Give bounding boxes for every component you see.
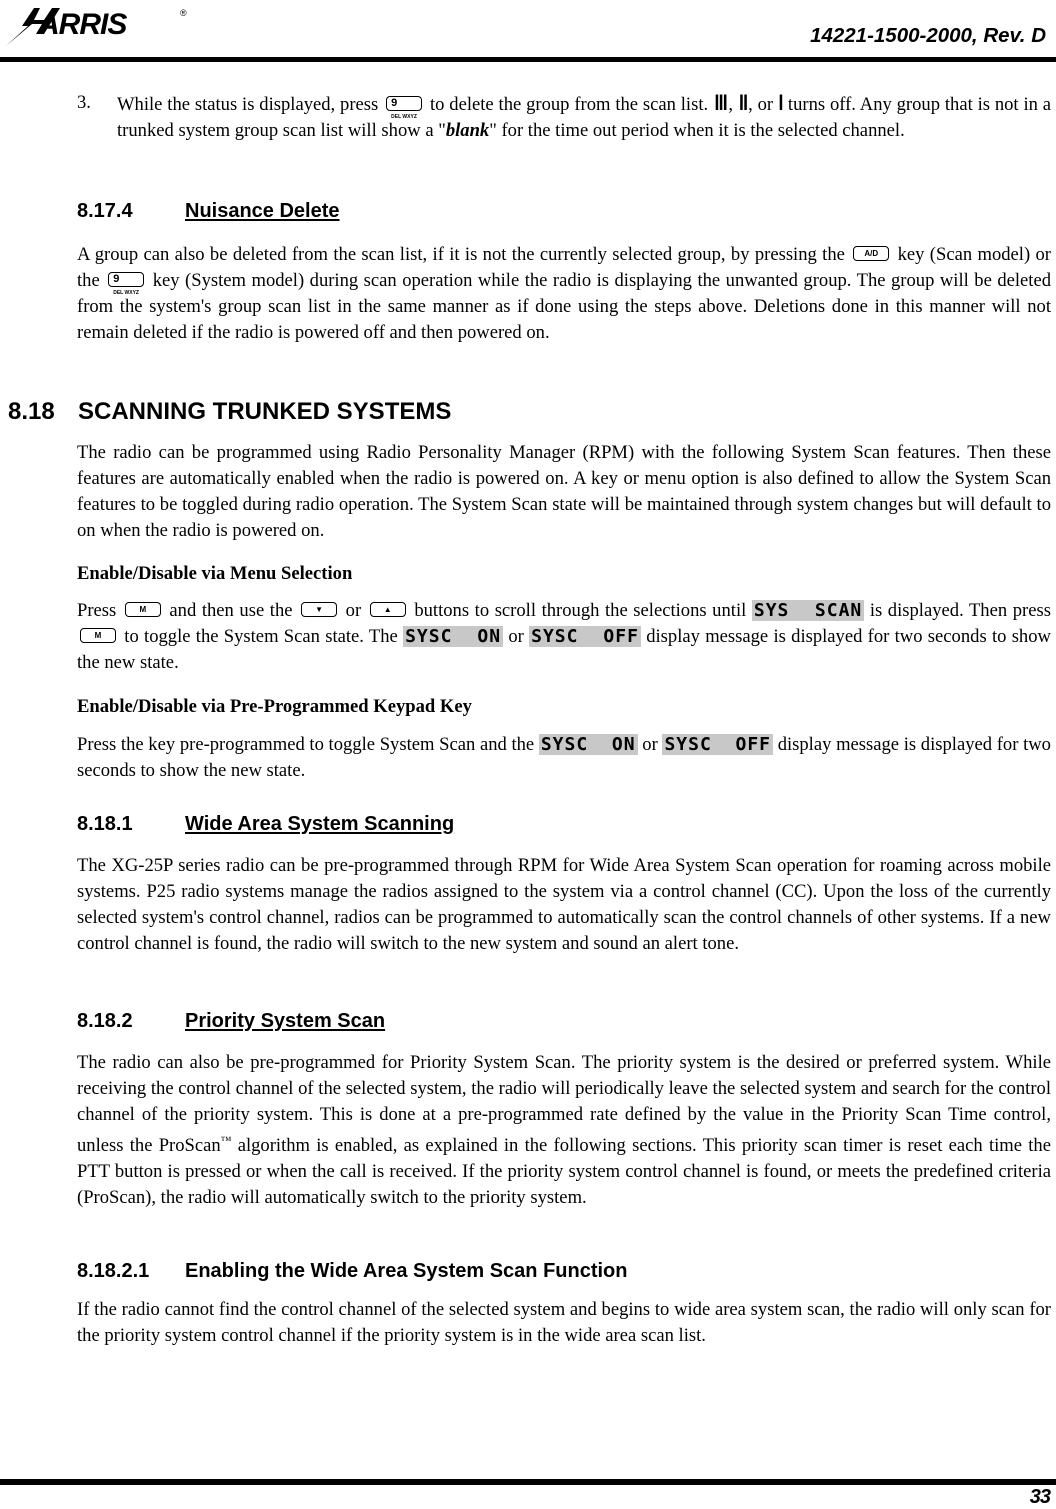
section-title: Enabling the Wide Area System Scan Funct…: [185, 1260, 628, 1282]
paragraph: Press the key pre-programmed to toggle S…: [77, 734, 1051, 781]
section-number: 8.18: [8, 398, 55, 425]
key-menu-icon: M: [124, 602, 161, 618]
menu-selection-body: Press M and then use the ▼ or ▲ buttons …: [77, 598, 1051, 676]
signal-bars-3-icon: III: [714, 90, 728, 115]
header-rule: [0, 57, 1056, 62]
lcd-sys-scan: SYS SCAN: [751, 600, 865, 621]
step-text-d: " for the time out period when it is the…: [489, 120, 905, 141]
signal-bars-2-icon: II: [738, 90, 748, 115]
harris-logo: ARRIS ®: [4, 2, 204, 48]
paragraph: A group can also be deleted from the sca…: [77, 244, 1051, 343]
section-number: 8.18.2.1: [77, 1260, 150, 1282]
lcd-sysc-off: SYSC OFF: [529, 626, 641, 647]
section-number: 8.18.1: [77, 813, 133, 835]
paragraph: The radio can be programmed using Radio …: [77, 442, 1051, 541]
key-down-arrow-icon: ▼: [301, 602, 338, 618]
section-8-18-2-1-body: If the radio cannot find the control cha…: [77, 1297, 1051, 1349]
footer-rule: [0, 1479, 1056, 1485]
step-text-b: to delete the group from the scan list.: [429, 94, 709, 115]
section-title: Priority System Scan: [185, 1010, 386, 1032]
key-up-arrow-icon: ▲: [369, 602, 406, 618]
key-menu-icon: M: [80, 628, 116, 644]
lcd-sysc-off: SYSC OFF: [662, 734, 774, 755]
paragraph: The radio can also be pre-programmed for…: [77, 1052, 1051, 1209]
section-heading-8-17-4: 8.17.4 Nuisance Delete: [77, 200, 340, 223]
section-8-17-4-body: A group can also be deleted from the sca…: [77, 242, 1051, 346]
harris-logo-icon: ARRIS ®: [6, 8, 187, 46]
section-8-18-1-body: The XG-25P series radio can be pre-progr…: [77, 853, 1051, 957]
step-3: 3. While the status is displayed, press …: [77, 90, 1051, 144]
section-title: Nuisance Delete: [185, 200, 340, 222]
section-8-18-2-body: The radio can also be pre-programmed for…: [77, 1050, 1051, 1211]
step-number: 3.: [77, 92, 91, 113]
section-title: Wide Area System Scanning: [185, 813, 455, 835]
step-text-a: While the status is displayed, press: [117, 94, 379, 115]
section-heading-8-18-2: 8.18.2 Priority System Scan: [77, 1010, 385, 1033]
key-9-del-icon: 9DEL WXYZ: [386, 96, 423, 120]
paragraph: Press M and then use the ▼ or ▲ buttons …: [77, 600, 1051, 673]
signal-bars-1-icon: I: [778, 90, 783, 115]
keypad-key-body: Press the key pre-programmed to toggle S…: [77, 732, 1051, 784]
lcd-sysc-on: SYSC ON: [538, 734, 638, 755]
section-number: 8.18.2: [77, 1010, 133, 1032]
section-title: SCANNING TRUNKED SYSTEMS: [78, 398, 452, 425]
key-9-del-icon: 9DEL WXYZ: [108, 272, 145, 296]
trademark-symbol: ™: [220, 1135, 232, 1147]
page-number: 33: [1029, 1486, 1051, 1508]
section-heading-8-18-2-1: 8.18.2.1 Enabling the Wide Area System Sc…: [77, 1260, 628, 1283]
lcd-sysc-on: SYSC ON: [403, 626, 504, 647]
svg-text:ARRIS: ARRIS: [37, 8, 127, 41]
subheading-keypad-key: Enable/Disable via Pre-Programmed Keypad…: [77, 696, 472, 717]
section-heading-8-18: 8.18 SCANNING TRUNKED SYSTEMS: [8, 398, 451, 426]
blank-label: blank: [445, 120, 490, 141]
paragraph: If the radio cannot find the control cha…: [77, 1299, 1051, 1346]
section-heading-8-18-1: 8.18.1 Wide Area System Scanning: [77, 813, 454, 836]
document-number: 14221-1500-2000, Rev. D: [810, 24, 1046, 47]
step-text: While the status is displayed, press 9DE…: [117, 90, 1052, 141]
key-ad-icon: A/D: [853, 246, 890, 262]
paragraph: The XG-25P series radio can be pre-progr…: [77, 855, 1051, 954]
svg-text:®: ®: [180, 8, 187, 18]
section-number: 8.17.4: [77, 200, 133, 222]
subheading-menu-selection: Enable/Disable via Menu Selection: [77, 563, 353, 584]
section-8-18-intro: The radio can be programmed using Radio …: [77, 440, 1051, 544]
